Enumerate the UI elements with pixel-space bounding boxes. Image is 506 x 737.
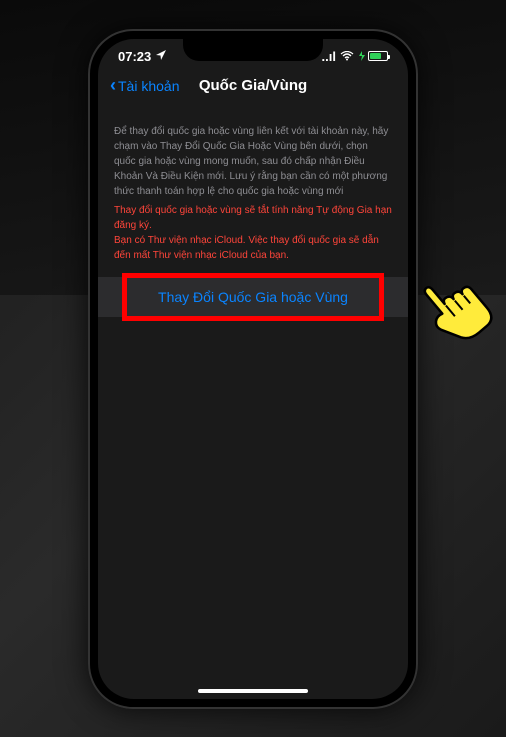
warning-text-icloud: Bạn có Thư viện nhạc iCloud. Việc thay đ… [114, 233, 392, 263]
signal-strength-icon: ..ıl [322, 49, 336, 64]
info-text: Để thay đổi quốc gia hoặc vùng liên kết … [114, 124, 392, 199]
page-title: Quốc Gia/Vùng [199, 77, 307, 94]
phone-notch [183, 39, 323, 61]
navigation-bar: ‹ Tài khoản Quốc Gia/Vùng [98, 66, 408, 106]
phone-screen: 07:23 ..ıl [98, 39, 408, 699]
content-area: Để thay đổi quốc gia hoặc vùng liên kết … [98, 106, 408, 317]
back-button[interactable]: ‹ Tài khoản [110, 75, 179, 96]
action-section: Thay Đổi Quốc Gia hoặc Vùng [98, 277, 408, 317]
pointing-hand-icon [413, 262, 498, 352]
phone-frame: 07:23 ..ıl [88, 29, 418, 709]
home-indicator[interactable] [198, 689, 308, 693]
warning-text-autorenew: Thay đổi quốc gia hoặc vùng sẽ tắt tính … [114, 203, 392, 233]
back-label: Tài khoản [118, 78, 179, 94]
wifi-icon [340, 49, 354, 64]
location-services-icon [155, 49, 167, 64]
chevron-left-icon: ‹ [110, 75, 116, 96]
battery-icon [358, 51, 388, 61]
status-time: 07:23 [118, 49, 151, 64]
change-country-button[interactable]: Thay Đổi Quốc Gia hoặc Vùng [98, 277, 408, 317]
